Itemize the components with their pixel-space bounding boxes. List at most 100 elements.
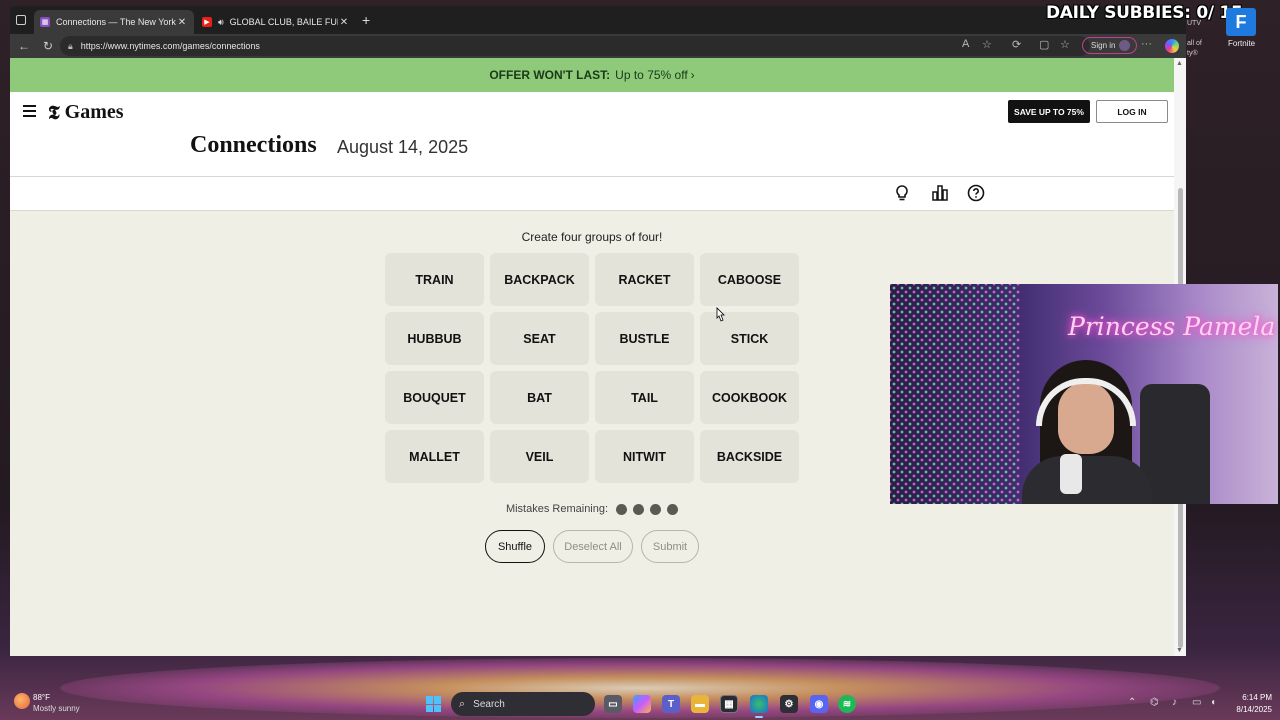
profile-signin-button[interactable]: Sign in <box>1082 37 1138 54</box>
help-question-icon[interactable] <box>967 184 985 202</box>
nyt-games-favicon: ▦ <box>40 17 50 27</box>
led-wall <box>890 284 1020 504</box>
mistake-dot <box>667 503 679 515</box>
discord-icon[interactable]: ◉ <box>810 695 828 713</box>
promo-bold: OFFER WON'T LAST: <box>489 68 611 82</box>
subscribe-button[interactable]: SAVE UP TO 75% <box>1008 100 1090 123</box>
mistake-dot <box>650 503 662 515</box>
word-tile[interactable]: COOKBOOK <box>700 371 799 424</box>
start-windows-icon[interactable] <box>426 696 442 712</box>
instruction-text: Create four groups of four! <box>521 230 663 244</box>
nyt-games-logo[interactable]: 𝕿 Games <box>48 101 124 124</box>
search-icon: ⌕ <box>459 697 466 710</box>
word-tile[interactable]: BUSTLE <box>595 312 694 365</box>
neon-sign: Princess Pamela <box>1068 312 1276 341</box>
teams-icon[interactable]: T <box>662 695 680 713</box>
tab-bar: ▦ Connections — The New York Tim ✕ ▶ 🔊︎ … <box>10 6 1186 34</box>
desktop-label: UTV <box>1187 20 1201 27</box>
deselect-all-button[interactable]: Deselect All <box>553 530 633 563</box>
extensions-icon[interactable]: ⟳ <box>1012 38 1021 51</box>
microphone-icon[interactable]: ♪ <box>1172 697 1177 708</box>
word-tile[interactable]: BAT <box>490 371 589 424</box>
word-tile[interactable]: NITWIT <box>595 430 694 483</box>
copilot-app-icon[interactable] <box>633 695 651 713</box>
word-tile[interactable]: SEAT <box>490 312 589 365</box>
streamer-body <box>1022 456 1152 504</box>
shuffle-button[interactable]: Shuffle <box>485 530 545 563</box>
display-icon[interactable]: ▭ <box>1192 697 1201 708</box>
windows-taskbar: 88°F Mostly sunny ⌕ Search ▭ T ▬ ▦ ⚙ ◉ ≋… <box>0 688 1280 720</box>
more-menu-icon[interactable]: ··· <box>1141 38 1152 50</box>
mistake-dots <box>616 503 679 515</box>
daily-subbies-overlay: DAILY SUBBIES: 0/ 15 <box>1046 3 1243 23</box>
lock-icon: 🔒︎ <box>68 40 73 51</box>
copilot-icon[interactable] <box>1165 39 1179 53</box>
hint-lightbulb-icon[interactable] <box>893 184 911 202</box>
window-menu-icon[interactable] <box>16 15 26 25</box>
edge-browser-icon[interactable] <box>750 695 768 718</box>
split-screen-icon[interactable]: ▢ <box>1039 38 1049 51</box>
promo-banner[interactable]: OFFER WON'T LAST: Up to 75% off › <box>10 58 1174 92</box>
read-aloud-icon[interactable]: A <box>962 38 969 50</box>
youtube-favicon: ▶ <box>202 17 212 27</box>
submit-button[interactable]: Submit <box>641 530 699 563</box>
speaker-icon[interactable]: 🔊︎ <box>218 17 224 28</box>
site-header: 𝕿 Games SAVE UP TO 75% LOG IN <box>10 92 1174 132</box>
weather-desc[interactable]: Mostly sunny <box>33 704 80 713</box>
favorites-icon[interactable]: ☆ <box>1060 38 1070 51</box>
tab-connections[interactable]: ▦ Connections — The New York Tim ✕ <box>34 10 194 34</box>
taskbar-clock[interactable]: 6:14 PM 8/14/2025 <box>1230 692 1272 716</box>
game-controls: Shuffle Deselect All Submit <box>10 530 1174 563</box>
word-tile[interactable]: HUBBUB <box>385 312 484 365</box>
store-icon[interactable]: ▦ <box>720 695 738 713</box>
word-tile[interactable]: BOUQUET <box>385 371 484 424</box>
login-button[interactable]: LOG IN <box>1096 100 1168 123</box>
address-bar[interactable]: 🔒︎ https://www.nytimes.com/games/connect… <box>60 36 1090 56</box>
tab-global-club[interactable]: ▶ 🔊︎ GLOBAL CLUB, BAILE FUNK, ... ✕ <box>196 10 356 34</box>
tab-title: GLOBAL CLUB, BAILE FUNK, ... <box>229 17 338 27</box>
close-tab-icon[interactable]: ✕ <box>338 17 350 28</box>
stats-chart-icon[interactable] <box>931 184 949 202</box>
word-tile[interactable]: TRAIN <box>385 253 484 306</box>
scroll-down-icon[interactable]: ▼ <box>1176 647 1183 654</box>
spotify-icon[interactable]: ≋ <box>838 695 856 713</box>
hamburger-menu-icon[interactable] <box>23 105 36 117</box>
close-tab-icon[interactable]: ✕ <box>176 17 188 28</box>
game-toolbar <box>10 177 1174 210</box>
desktop-label: all of <box>1187 40 1202 47</box>
volume-icon[interactable]: ◖ <box>1210 697 1216 708</box>
clock-time: 6:14 PM <box>1242 693 1272 702</box>
refresh-icon[interactable]: ↻ <box>40 39 56 53</box>
scroll-up-icon[interactable]: ▲ <box>1176 60 1183 67</box>
new-tab-button[interactable]: + <box>362 12 370 28</box>
nyt-t-logo: 𝕿 <box>48 101 60 124</box>
word-tile[interactable]: CABOOSE <box>700 253 799 306</box>
word-tile[interactable]: MALLET <box>385 430 484 483</box>
mistakes-remaining: Mistakes Remaining: <box>10 503 1174 515</box>
fortnite-label: Fortnite <box>1228 39 1256 48</box>
word-tile[interactable]: RACKET <box>595 253 694 306</box>
taskbar-search[interactable]: ⌕ Search <box>451 692 595 716</box>
word-grid: TRAIN BACKPACK RACKET CABOOSE HUBBUB SEA… <box>385 253 801 483</box>
chevron-up-icon[interactable]: ⌃ <box>1128 697 1136 708</box>
mistake-dot <box>633 503 645 515</box>
word-tile[interactable]: BACKPACK <box>490 253 589 306</box>
weather-temp[interactable]: 88°F <box>33 693 50 702</box>
webcam-overlay: Princess Pamela <box>890 284 1278 504</box>
word-tile[interactable]: VEIL <box>490 430 589 483</box>
word-tile[interactable]: BACKSIDE <box>700 430 799 483</box>
file-explorer-icon[interactable]: ▬ <box>691 695 709 713</box>
desktop-label: ty® <box>1187 50 1198 57</box>
back-icon[interactable]: ← <box>16 39 32 53</box>
task-view-icon[interactable]: ▭ <box>604 695 622 713</box>
avatar <box>1119 40 1131 51</box>
weather-sun-icon[interactable] <box>14 693 30 709</box>
url-text: https://www.nytimes.com/games/connection… <box>80 41 260 51</box>
word-tile[interactable]: TAIL <box>595 371 694 424</box>
microphone <box>1060 454 1082 494</box>
fortnite-icon[interactable]: F <box>1226 8 1256 36</box>
mistake-dot <box>616 503 628 515</box>
favorite-star-icon[interactable]: ☆ <box>982 38 992 51</box>
network-icon[interactable]: ⌬ <box>1150 697 1159 708</box>
app-icon[interactable]: ⚙ <box>780 695 798 713</box>
